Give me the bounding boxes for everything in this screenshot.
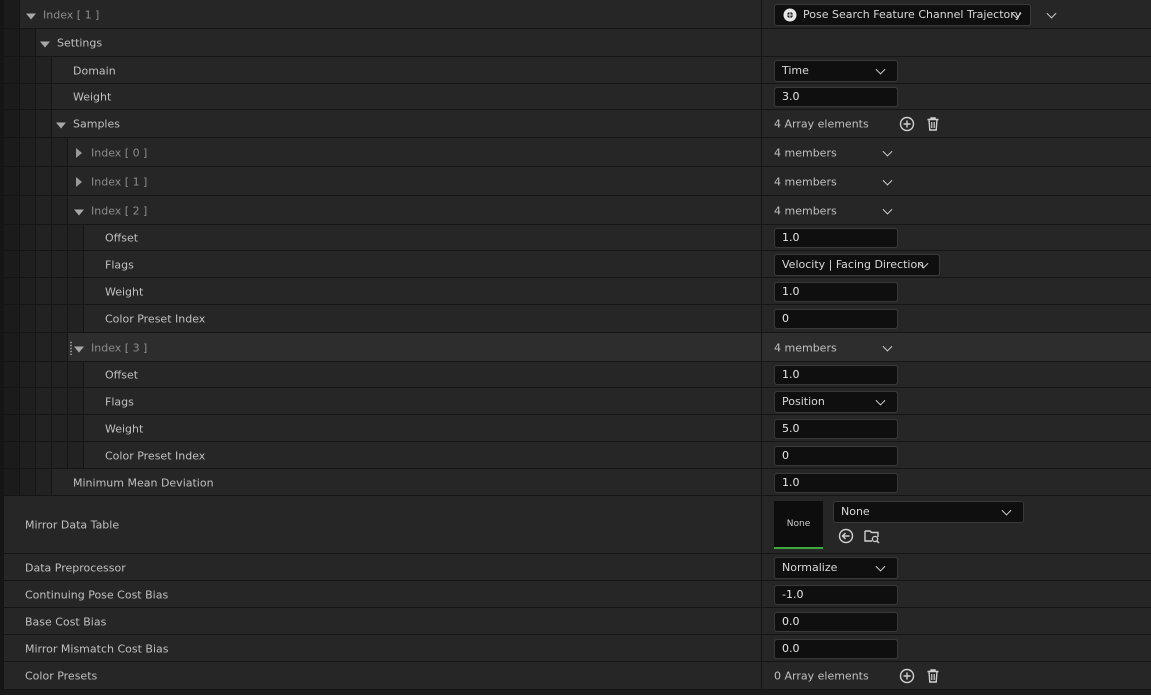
property-row-sample-2-offset: Offset 1.0 — [0, 225, 1151, 251]
bottom-edge — [0, 690, 1151, 695]
weight-input[interactable]: 3.0 — [774, 87, 898, 107]
property-row-sample-2-flags: Flags Velocity | Facing Direction — [0, 251, 1151, 278]
sample-1-label: Index [ 1 ] — [91, 175, 148, 188]
chevron-down-icon — [1001, 505, 1012, 516]
sample-3-members: 4 members — [774, 341, 837, 354]
color-preset-index-label: Color Preset Index — [105, 312, 206, 326]
plus-circle-icon[interactable] — [899, 668, 915, 684]
drag-handle-icon[interactable] — [69, 341, 73, 355]
property-row-weight: Weight 3.0 — [0, 84, 1151, 110]
sample-0-label: Index [ 0 ] — [91, 146, 148, 159]
sample-0-members: 4 members — [774, 146, 837, 159]
trash-icon[interactable] — [925, 668, 941, 684]
base-cost-bias-label: Base Cost Bias — [25, 615, 107, 628]
property-row-samples: Samples 4 Array elements — [0, 110, 1151, 138]
weight-input[interactable]: 1.0 — [774, 281, 898, 302]
data-preprocessor-value: Normalize — [782, 560, 838, 574]
mirror-mismatch-cost-bias-input[interactable]: 0.0 — [774, 638, 898, 659]
property-row-sample-3-weight: Weight 5.0 — [0, 415, 1151, 442]
class-icon — [783, 8, 797, 21]
index-1-label: Index [ 1 ] — [43, 8, 100, 21]
property-row-data-preprocessor: Data Preprocessor Normalize — [0, 554, 1151, 581]
sample-2-members: 4 members — [774, 204, 837, 217]
sample-3-label: Index [ 3 ] — [91, 341, 148, 354]
color-preset-index-label: Color Preset Index — [105, 449, 206, 462]
asset-thumbnail[interactable]: None — [774, 501, 823, 549]
data-preprocessor-label: Data Preprocessor — [25, 561, 126, 574]
property-row-sample-3-flags: Flags Position — [0, 388, 1151, 415]
flags-label: Flags — [105, 258, 134, 271]
color-presets-label: Color Presets — [25, 669, 98, 683]
flags-dropdown[interactable]: Velocity | Facing Direction — [774, 253, 940, 276]
offset-input[interactable]: 1.0 — [774, 365, 898, 385]
property-row-minimum-mean-deviation: Minimum Mean Deviation 1.0 — [0, 469, 1151, 496]
color-presets-count: 0 Array elements — [774, 669, 869, 683]
property-row-mirror-mismatch-cost-bias: Mirror Mismatch Cost Bias 0.0 — [0, 635, 1151, 662]
offset-input[interactable]: 1.0 — [774, 228, 898, 248]
samples-label: Samples — [73, 117, 120, 131]
property-row-mirror-data-table: Mirror Data Table None None — [0, 496, 1151, 554]
flags-dropdown[interactable]: Position — [774, 390, 898, 413]
expand-arrow-icon[interactable] — [56, 122, 66, 129]
base-cost-bias-input[interactable]: 0.0 — [774, 611, 898, 632]
expand-arrow-icon[interactable] — [74, 346, 84, 352]
mirror-data-table-label: Mirror Data Table — [25, 518, 120, 532]
property-row-sample-3-color-preset: Color Preset Index 0 — [0, 442, 1151, 469]
weight-label: Weight — [105, 422, 144, 435]
data-preprocessor-dropdown[interactable]: Normalize — [774, 556, 898, 579]
sample-2-label: Index [ 2 ] — [91, 204, 148, 217]
property-row-base-cost-bias: Base Cost Bias 0.0 — [0, 608, 1151, 635]
offset-label: Offset — [105, 231, 139, 245]
color-preset-index-input[interactable]: 0 — [774, 309, 898, 329]
property-row-continuing-pose-cost-bias: Continuing Pose Cost Bias -1.0 — [0, 581, 1151, 608]
property-row-domain: Domain Time — [0, 57, 1151, 84]
expand-arrow-icon[interactable] — [26, 13, 36, 19]
property-row-sample-1: Index [ 1 ] 4 members — [0, 167, 1151, 196]
offset-label: Offset — [105, 368, 139, 382]
continuing-pose-cost-bias-label: Continuing Pose Cost Bias — [25, 588, 169, 601]
flags-label: Flags — [105, 395, 134, 408]
domain-label: Domain — [73, 64, 116, 77]
feature-channel-class-value: Pose Search Feature Channel Trajectory — [803, 7, 1022, 21]
flags-value: Velocity | Facing Direction — [782, 257, 925, 271]
expand-arrow-icon[interactable] — [40, 41, 50, 48]
property-row-sample-2-weight: Weight 1.0 — [0, 278, 1151, 305]
chevron-down-icon — [875, 561, 886, 572]
minimum-mean-deviation-input[interactable]: 1.0 — [774, 472, 898, 493]
property-row-sample-3-offset: Offset 1.0 — [0, 362, 1151, 388]
asset-thumbnail-label: None — [786, 519, 811, 529]
samples-count: 4 Array elements — [774, 117, 869, 131]
trash-icon[interactable] — [925, 116, 941, 132]
color-preset-index-input[interactable]: 0 — [774, 445, 898, 466]
settings-label: Settings — [57, 36, 103, 50]
collapse-arrow-icon[interactable] — [76, 147, 82, 158]
property-row-sample-2: Index [ 2 ] 4 members — [0, 196, 1151, 225]
property-row-sample-3: Index [ 3 ] 4 members — [0, 333, 1151, 362]
plus-circle-icon[interactable] — [899, 116, 915, 132]
domain-dropdown[interactable]: Time — [774, 59, 898, 82]
flags-value: Position — [782, 394, 825, 408]
mirror-mismatch-cost-bias-label: Mirror Mismatch Cost Bias — [25, 642, 169, 655]
property-row-sample-0: Index [ 0 ] 4 members — [0, 138, 1151, 167]
expand-arrow-icon[interactable] — [74, 209, 84, 215]
property-row-sample-2-color-preset: Color Preset Index 0 — [0, 305, 1151, 333]
property-row-color-presets: Color Presets 0 Array elements — [0, 662, 1151, 690]
mirror-data-table-dropdown[interactable]: None — [833, 501, 1024, 523]
feature-channel-class-dropdown[interactable]: Pose Search Feature Channel Trajectory — [774, 3, 1031, 26]
property-row-index-1: Index [ 1 ] Pose Search Feature Channel … — [0, 0, 1151, 29]
chevron-down-icon — [875, 64, 886, 75]
sample-1-members: 4 members — [774, 175, 837, 188]
weight-input[interactable]: 5.0 — [774, 418, 898, 439]
continuing-pose-cost-bias-input[interactable]: -1.0 — [774, 584, 898, 605]
collapse-arrow-icon[interactable] — [76, 176, 82, 187]
property-row-settings: Settings — [0, 29, 1151, 57]
weight-label: Weight — [73, 90, 112, 104]
arrow-left-circle-icon[interactable] — [838, 528, 854, 544]
folder-search-icon[interactable] — [864, 528, 880, 544]
weight-label: Weight — [105, 285, 144, 298]
mirror-data-table-value: None — [841, 505, 870, 518]
chevron-down-icon — [875, 395, 886, 406]
minimum-mean-deviation-label: Minimum Mean Deviation — [73, 476, 214, 489]
domain-value: Time — [782, 63, 809, 77]
